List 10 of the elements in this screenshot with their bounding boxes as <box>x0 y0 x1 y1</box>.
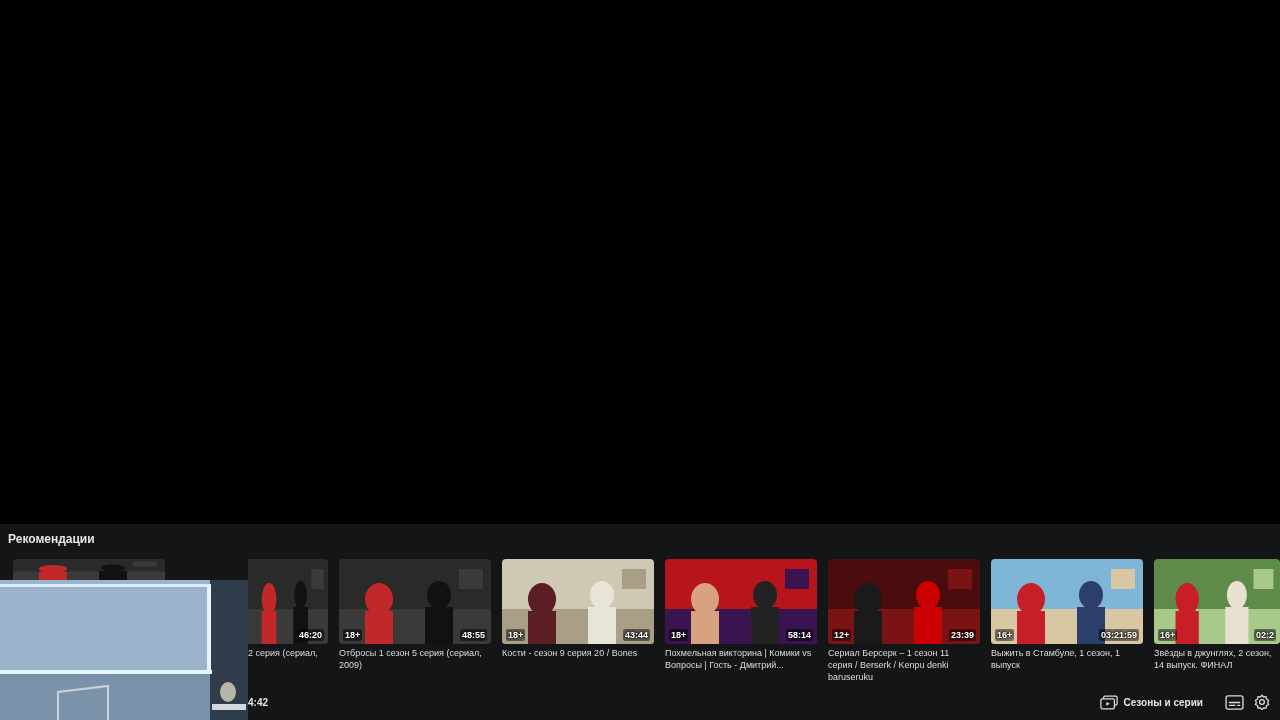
seasons-button[interactable]: Сезоны и серии <box>1097 692 1205 712</box>
video-title[interactable]: Звёзды в джунглях, 2 сезон, 14 выпуск. ФИНАЛ <box>1154 647 1280 671</box>
video-title[interactable]: Кости - сезон 9 серия 20 / Bones <box>502 647 650 659</box>
video-title[interactable]: Выжить в Стамбуле, 1 сезон, 1 выпуск <box>991 647 1139 671</box>
section-title: Рекомендации <box>8 532 95 546</box>
video-title[interactable]: Похмельная викторина | Комики vs Вопросы | Гость - Дмитрий... <box>665 647 813 671</box>
video-title[interactable]: Отбросы 1 сезон 5 серия (сериал, 2009) <box>339 647 487 671</box>
video-title[interactable]: Сериал Берсерк – 1 сезон 11 серия / Berserk / Kenpu denki baruseruku <box>828 647 976 683</box>
time-label: 4:42 <box>248 696 268 708</box>
video-title[interactable]: 2 серия (сериал, <box>248 647 328 659</box>
